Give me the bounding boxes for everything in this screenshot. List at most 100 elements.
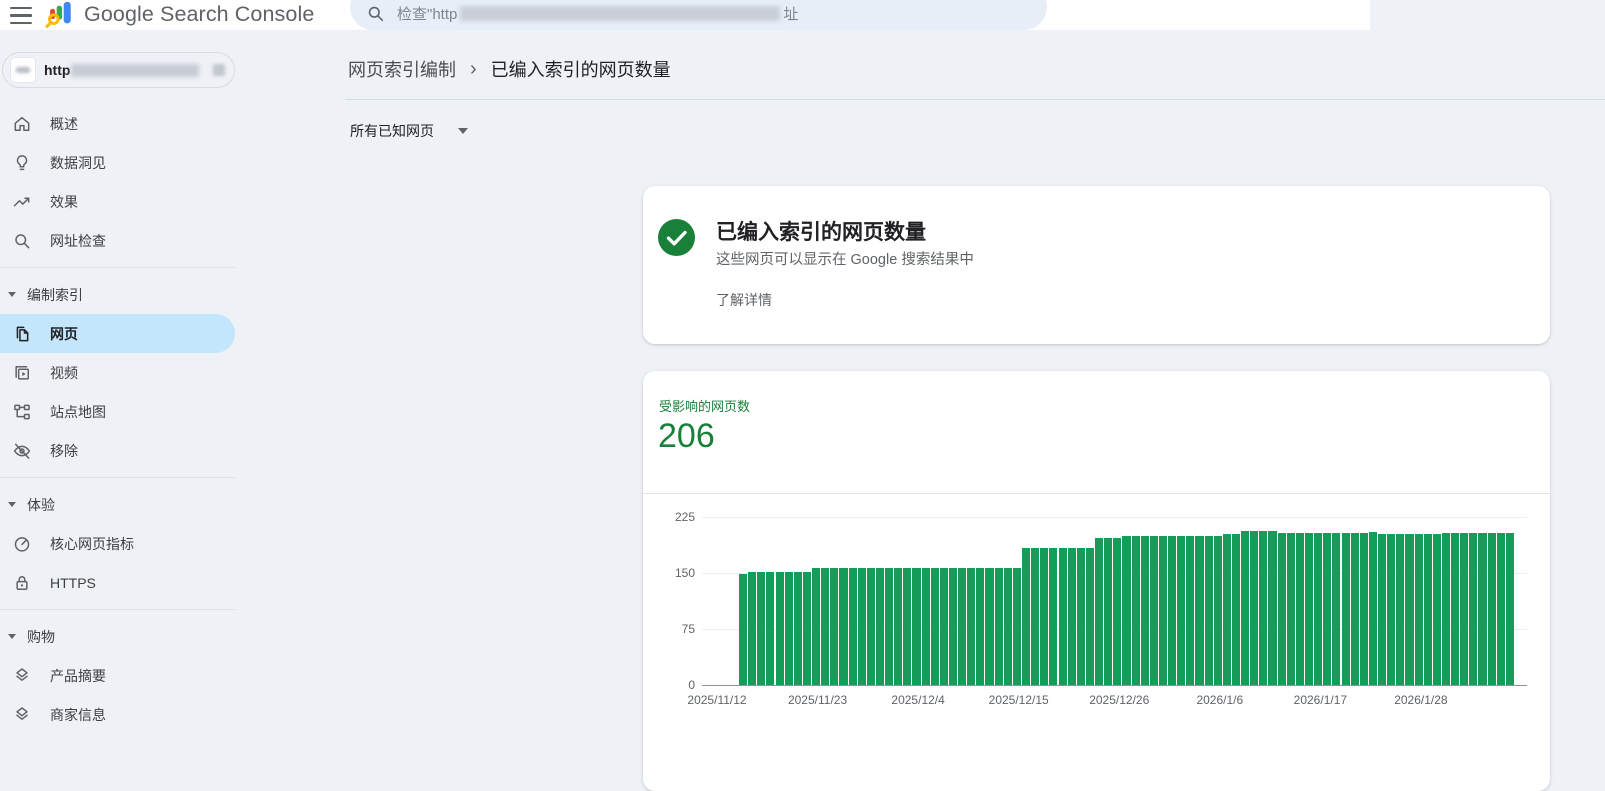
chart-bar[interactable] xyxy=(1359,533,1368,685)
sidebar-item-insights[interactable]: 数据洞见 xyxy=(0,143,235,182)
chart-bar[interactable] xyxy=(1332,533,1341,685)
sidebar-item-overview[interactable]: 概述 xyxy=(0,104,235,143)
chart-bar[interactable] xyxy=(994,567,1003,685)
chart-bar[interactable] xyxy=(1314,533,1323,685)
chart-bar[interactable] xyxy=(1478,533,1487,685)
chart-bar[interactable] xyxy=(784,571,793,685)
chart-bar[interactable] xyxy=(1432,534,1441,685)
sidebar-item-sitemaps[interactable]: 站点地图 xyxy=(0,392,235,431)
chart-bar[interactable] xyxy=(830,567,839,685)
chart-bar[interactable] xyxy=(1505,533,1514,685)
chart-bar[interactable] xyxy=(1131,536,1140,685)
chart-bar[interactable] xyxy=(1323,533,1332,685)
chart-bar[interactable] xyxy=(1423,534,1432,685)
chart-bar[interactable] xyxy=(1304,533,1314,685)
chart-bar[interactable] xyxy=(985,567,994,685)
chart-bar[interactable] xyxy=(894,567,903,685)
chart-bar[interactable] xyxy=(1368,531,1377,685)
chart-bar[interactable] xyxy=(1140,536,1149,685)
sidebar-section-indexing[interactable]: 编制索引 xyxy=(0,275,235,314)
chart-bar[interactable] xyxy=(1222,534,1231,685)
chart-bar[interactable] xyxy=(958,567,967,685)
chart-bar[interactable] xyxy=(1213,535,1222,685)
chart-bar[interactable] xyxy=(1231,534,1241,685)
metric-label[interactable]: 受影响的网页数 xyxy=(659,396,750,415)
sidebar-item-merchant-listings[interactable]: 商家信息 xyxy=(0,695,235,734)
chart-bar[interactable] xyxy=(812,567,821,685)
chart-bar[interactable] xyxy=(976,567,985,685)
chart-bar[interactable] xyxy=(757,571,766,685)
chart-bar[interactable] xyxy=(1031,547,1040,685)
sidebar-item-url-inspection[interactable]: 网址检查 xyxy=(0,221,235,260)
chart-bar[interactable] xyxy=(1451,533,1460,685)
chart-bar[interactable] xyxy=(1085,547,1094,685)
chart-bar[interactable] xyxy=(739,573,748,685)
property-selector[interactable]: http xyxy=(2,52,235,88)
chart-bar[interactable] xyxy=(748,571,757,685)
chart-bar[interactable] xyxy=(1441,533,1451,685)
chart-bar[interactable] xyxy=(1195,535,1204,685)
chart-bar[interactable] xyxy=(903,567,912,685)
chart-bar[interactable] xyxy=(1259,531,1268,685)
chart-bar[interactable] xyxy=(1049,547,1058,685)
chart-bar[interactable] xyxy=(1168,536,1177,685)
chart-bar[interactable] xyxy=(1241,531,1250,685)
chart-bar[interactable] xyxy=(1104,537,1113,685)
chart-bar[interactable] xyxy=(1341,533,1350,685)
chart-bar[interactable] xyxy=(1295,533,1304,685)
chart-bar[interactable] xyxy=(1158,536,1168,685)
sidebar-item-removals[interactable]: 移除 xyxy=(0,431,235,470)
chart-bar[interactable] xyxy=(912,567,921,685)
learn-more-link[interactable]: 了解详情 xyxy=(716,290,772,310)
chart-bar[interactable] xyxy=(939,567,948,685)
chart-bar[interactable] xyxy=(1040,547,1049,685)
chart-bar[interactable] xyxy=(1250,531,1259,685)
chart-bar[interactable] xyxy=(793,571,802,685)
chart-bar[interactable] xyxy=(1076,547,1085,685)
chart-bar[interactable] xyxy=(839,567,848,685)
chart-bar[interactable] xyxy=(1469,533,1478,685)
chart-bar[interactable] xyxy=(1012,567,1021,685)
sidebar-item-videos[interactable]: 视频 xyxy=(0,353,235,392)
sidebar-item-performance[interactable]: 效果 xyxy=(0,182,235,221)
sidebar-section-shopping[interactable]: 购物 xyxy=(0,617,235,656)
chart-bar[interactable] xyxy=(1286,532,1295,685)
chart-bar[interactable] xyxy=(1460,533,1469,685)
chart-bar[interactable] xyxy=(1058,547,1067,685)
sidebar-item-pages[interactable]: 网页 xyxy=(0,314,235,353)
hamburger-menu-icon[interactable] xyxy=(10,2,32,25)
chart-bar[interactable] xyxy=(875,567,885,685)
sidebar-item-core-web-vitals[interactable]: 核心网页指标 xyxy=(0,524,235,563)
chart-bar[interactable] xyxy=(1268,531,1277,685)
chart-bar[interactable] xyxy=(848,567,857,685)
chart-bar[interactable] xyxy=(1414,534,1423,685)
chart-bar[interactable] xyxy=(1396,534,1405,685)
chart-bar[interactable] xyxy=(1405,534,1414,685)
sidebar-item-product-snippets[interactable]: 产品摘要 xyxy=(0,656,235,695)
chart-bar[interactable] xyxy=(866,567,875,685)
chart-bar[interactable] xyxy=(1122,536,1131,685)
chart-bar[interactable] xyxy=(921,567,930,685)
chart-bar[interactable] xyxy=(930,567,939,685)
url-inspection-search-input[interactable]: 检查"http 址 xyxy=(350,0,1047,30)
sidebar-item-https[interactable]: HTTPS xyxy=(0,563,235,602)
chart-bar[interactable] xyxy=(1149,536,1158,685)
chart-bar[interactable] xyxy=(1021,547,1031,685)
chart-bar[interactable] xyxy=(1186,535,1195,685)
chart-bar[interactable] xyxy=(1350,533,1359,685)
chart-bar[interactable] xyxy=(1487,533,1496,685)
chart-bar[interactable] xyxy=(1387,534,1396,685)
chart-bar[interactable] xyxy=(1378,534,1387,685)
chart-bar[interactable] xyxy=(1067,547,1076,685)
chart-bar[interactable] xyxy=(1095,537,1104,685)
chart-bar[interactable] xyxy=(1277,532,1286,685)
chart-bar[interactable] xyxy=(885,567,894,685)
chart-bar[interactable] xyxy=(1113,537,1122,685)
app-logo[interactable]: Google Search Console xyxy=(44,0,314,30)
chart-bar[interactable] xyxy=(1204,535,1213,685)
chart-bar[interactable] xyxy=(1177,535,1186,685)
chart-bar[interactable] xyxy=(857,567,866,685)
sidebar-section-experience[interactable]: 体验 xyxy=(0,485,235,524)
chart-bar[interactable] xyxy=(766,571,775,685)
chart-bar[interactable] xyxy=(967,567,976,685)
